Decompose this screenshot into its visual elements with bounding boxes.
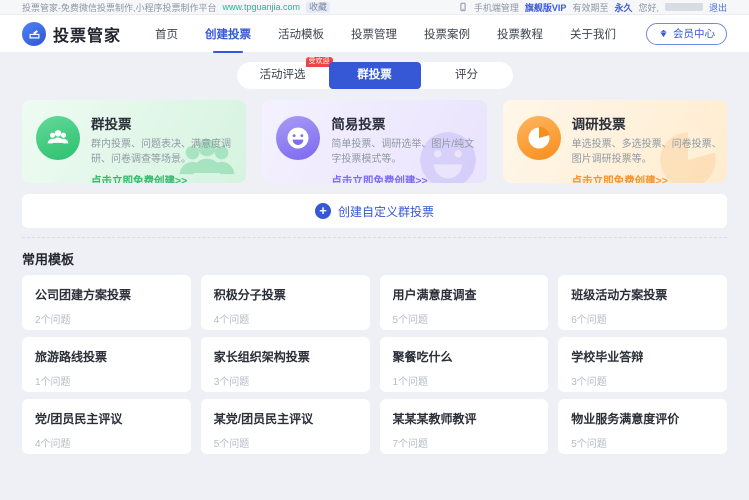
promo-desc: 简单投票、调研选举、图片/纯文字投票模式等。	[331, 137, 483, 167]
nav-menu: 首页 创建投票 活动模板 投票管理 投票案例 投票教程 关于我们	[155, 26, 616, 42]
template-card[interactable]: 班级活动方案投票 6个问题	[558, 275, 727, 330]
vote-type-tabs: 活动评选 受欢迎 群投票 评分	[237, 62, 513, 89]
vip-badge: 旗舰版VIP	[525, 1, 567, 14]
template-question-count: 5个问题	[571, 435, 714, 450]
nav-item-vote-manage[interactable]: 投票管理	[351, 26, 397, 42]
member-center-button[interactable]: 会员中心	[646, 23, 727, 45]
template-title: 公司团建方案投票	[35, 286, 178, 303]
brand-logo[interactable]: 投票管家	[22, 22, 121, 46]
template-card[interactable]: 聚餐吃什么 1个问题	[380, 337, 549, 392]
smiley-icon	[276, 116, 320, 160]
username-redacted	[665, 3, 703, 11]
template-title: 某党/团员民主评议	[214, 410, 357, 427]
tab-rating[interactable]: 评分	[421, 62, 513, 89]
template-title: 聚餐吃什么	[393, 348, 536, 365]
validity-value: 永久	[614, 1, 632, 14]
template-title: 积极分子投票	[214, 286, 357, 303]
templates-grid: 公司团建方案投票 2个问题 积极分子投票 4个问题 用户满意度调查 5个问题 班…	[0, 275, 749, 454]
template-title: 党/团员民主评议	[35, 410, 178, 427]
template-card[interactable]: 党/团员民主评议 4个问题	[22, 399, 191, 454]
plus-icon: +	[315, 203, 331, 219]
template-card[interactable]: 物业服务满意度评价 5个问题	[558, 399, 727, 454]
template-question-count: 4个问题	[35, 435, 178, 450]
template-question-count: 5个问题	[393, 311, 536, 326]
nav-item-create-vote[interactable]: 创建投票	[205, 26, 251, 42]
tab-group-vote[interactable]: 群投票	[329, 62, 421, 89]
ballot-box-icon	[22, 22, 46, 46]
favorite-link[interactable]: 收藏	[306, 2, 330, 13]
template-title: 学校毕业答辩	[571, 348, 714, 365]
brand-name: 投票管家	[53, 22, 121, 46]
nav-item-about[interactable]: 关于我们	[570, 26, 616, 42]
template-question-count: 1个问题	[393, 373, 536, 388]
phone-icon	[458, 2, 468, 12]
template-card[interactable]: 旅游路线投票 1个问题	[22, 337, 191, 392]
tab-rating-label: 评分	[455, 69, 478, 81]
template-question-count: 2个问题	[35, 311, 178, 326]
template-card[interactable]: 学校毕业答辩 3个问题	[558, 337, 727, 392]
promo-create-link[interactable]: 点击立即免费创建>>	[572, 173, 724, 183]
nav-item-templates[interactable]: 活动模板	[278, 26, 324, 42]
template-question-count: 7个问题	[393, 435, 536, 450]
promo-card-simple-vote[interactable]: 简易投票 简单投票、调研选举、图片/纯文字投票模式等。 点击立即免费创建>>	[262, 100, 486, 183]
template-card[interactable]: 公司团建方案投票 2个问题	[22, 275, 191, 330]
dashed-divider	[22, 237, 727, 238]
promo-cards-row: 群投票 群内投票、问题表决、满意度调研、问卷调查等场景。 点击立即免费创建>> …	[0, 100, 749, 183]
member-center-label: 会员中心	[673, 26, 715, 41]
template-title: 物业服务满意度评价	[571, 410, 714, 427]
promo-card-survey-vote[interactable]: 调研投票 单选投票、多选投票、问卷投票、图片调研投票等。 点击立即免费创建>>	[503, 100, 727, 183]
tab-activity-selection[interactable]: 活动评选 受欢迎	[237, 62, 329, 89]
template-card[interactable]: 家长组织架构投票 3个问题	[201, 337, 370, 392]
group-people-icon	[36, 116, 80, 160]
promo-card-group-vote[interactable]: 群投票 群内投票、问题表决、满意度调研、问卷调查等场景。 点击立即免费创建>>	[22, 100, 246, 183]
template-title: 家长组织架构投票	[214, 348, 357, 365]
promo-title: 简易投票	[331, 113, 483, 133]
valid-until-label: 有效期至	[572, 1, 608, 14]
promo-title: 调研投票	[572, 113, 724, 133]
template-title: 旅游路线投票	[35, 348, 178, 365]
logout-link[interactable]: 退出	[709, 1, 727, 14]
tab-activity-selection-label: 活动评选	[260, 69, 306, 81]
mobile-manage-link[interactable]: 手机端管理	[474, 1, 519, 14]
pie-chart-icon	[517, 116, 561, 160]
nav-item-home[interactable]: 首页	[155, 26, 178, 42]
create-custom-group-vote-button[interactable]: + 创建自定义群投票	[22, 194, 727, 228]
template-card[interactable]: 某某某教师教评 7个问题	[380, 399, 549, 454]
promo-create-link[interactable]: 点击立即免费创建>>	[91, 173, 243, 183]
nav-item-tutorials[interactable]: 投票教程	[497, 26, 543, 42]
create-custom-label: 创建自定义群投票	[338, 203, 434, 220]
template-question-count: 3个问题	[214, 373, 357, 388]
promo-desc: 单选投票、多选投票、问卷投票、图片调研投票等。	[572, 137, 724, 167]
template-card[interactable]: 某党/团员民主评议 5个问题	[201, 399, 370, 454]
template-title: 用户满意度调查	[393, 286, 536, 303]
template-title: 某某某教师教评	[393, 410, 536, 427]
template-question-count: 3个问题	[571, 373, 714, 388]
promo-title: 群投票	[91, 113, 243, 133]
site-tagline: 投票管家-免费微信投票制作,小程序投票制作平台	[22, 1, 217, 14]
template-question-count: 6个问题	[571, 311, 714, 326]
nav-item-cases[interactable]: 投票案例	[424, 26, 470, 42]
site-url-link[interactable]: www.tpguanjia.com	[223, 2, 301, 12]
utility-bar: 投票管家-免费微信投票制作,小程序投票制作平台 www.tpguanjia.co…	[0, 0, 749, 15]
tab-group-vote-label: 群投票	[357, 69, 392, 81]
vip-diamond-icon	[658, 28, 669, 39]
template-question-count: 4个问题	[214, 311, 357, 326]
main-navbar: 投票管家 首页 创建投票 活动模板 投票管理 投票案例 投票教程 关于我们 会员…	[0, 15, 749, 52]
promo-desc: 群内投票、问题表决、满意度调研、问卷调查等场景。	[91, 137, 243, 167]
template-card[interactable]: 积极分子投票 4个问题	[201, 275, 370, 330]
greeting-label: 您好,	[638, 1, 659, 14]
template-question-count: 1个问题	[35, 373, 178, 388]
template-question-count: 5个问题	[214, 435, 357, 450]
template-card[interactable]: 用户满意度调查 5个问题	[380, 275, 549, 330]
templates-heading: 常用模板	[22, 249, 727, 268]
promo-create-link[interactable]: 点击立即免费创建>>	[331, 173, 483, 183]
template-title: 班级活动方案投票	[571, 286, 714, 303]
